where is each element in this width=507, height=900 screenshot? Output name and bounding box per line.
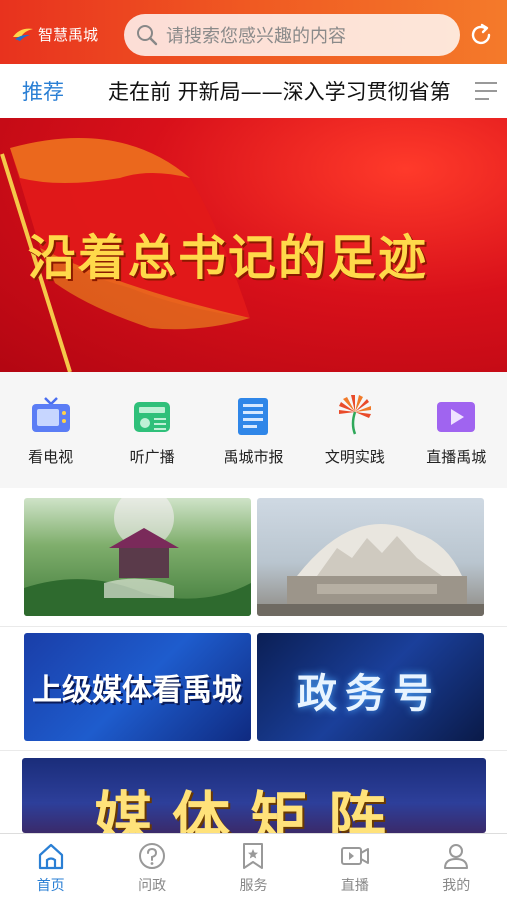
tile-monument-photo[interactable] [257,498,484,616]
quick-nav-label: 听广播 [129,448,175,466]
tile-divider [0,750,507,751]
tv-icon [31,397,70,432]
tile-pavilion-photo[interactable] [24,498,251,616]
app-logo[interactable]: 智慧禹城 [12,22,98,46]
refresh-icon[interactable] [468,22,494,48]
bottom-nav-label: 问政 [138,878,167,894]
bottom-nav-label: 我的 [442,878,471,894]
app-header: 智慧禹城 请搜索您感兴趣的内容 [0,0,507,64]
bottom-nav-label: 服务 [239,878,268,894]
video-camera-icon [340,847,369,865]
tab-recommend[interactable]: 推荐 [22,76,64,106]
search-placeholder: 请搜索您感兴趣的内容 [166,26,346,47]
menu-icon[interactable] [474,80,498,102]
tile-media-matrix[interactable]: 媒体矩阵 [22,758,486,833]
bottom-nav: 首页 问政 服务 直播 我的 [0,833,507,900]
bottom-nav-service[interactable]: 服务 [213,841,293,900]
search-input[interactable]: 请搜索您感兴趣的内容 [124,14,460,56]
bottom-nav-label: 首页 [36,878,65,894]
quick-nav: 看电视 听广播 禹城市报 文明实践 直播禹城 [0,372,507,488]
logo-text: 智慧禹城 [38,25,99,44]
tile-divider [0,626,507,627]
quick-nav-live[interactable]: 直播禹城 [408,394,504,488]
quick-nav-label: 直播禹城 [426,448,487,466]
live-video-icon [437,402,476,432]
hero-banner[interactable]: 沿着总书记的足迹 [0,118,507,372]
monument-image [257,524,484,616]
tile-media-view[interactable]: 上级媒体看禹城 [24,633,251,741]
quick-nav-label: 禹城市报 [223,448,284,466]
quick-nav-label: 文明实践 [324,448,385,466]
quick-nav-civilization[interactable]: 文明实践 [307,394,403,488]
feature-tiles: 上级媒体看禹城 政务号 媒体矩阵 [0,488,507,833]
tile-gov-account[interactable]: 政务号 [257,633,484,741]
question-icon [139,843,166,869]
app-screen: 智慧禹城 请搜索您感兴趣的内容 推荐 走在前 开新局——深入学习贯彻省第 沿着总… [0,0,507,900]
tile-media-matrix-title: 媒体矩阵 [94,785,407,833]
tile-media-view-title: 上级媒体看禹城 [32,673,242,708]
user-icon [444,844,469,869]
tile-gov-account-title: 政务号 [297,671,441,717]
bottom-nav-label: 直播 [340,878,369,894]
bookmark-icon [243,843,264,869]
quick-nav-label: 看电视 [28,448,74,466]
bottom-nav-inquiry[interactable]: 问政 [112,841,192,900]
banner-title: 沿着总书记的足迹 [28,230,429,286]
civilization-icon [338,395,371,435]
bottom-nav-live[interactable]: 直播 [315,841,395,900]
search-icon [137,25,158,46]
quick-nav-radio[interactable]: 听广播 [104,394,200,488]
scrolling-headline[interactable]: 走在前 开新局——深入学习贯彻省第 [108,76,468,106]
pavilion-image [24,498,251,616]
bottom-nav-profile[interactable]: 我的 [416,841,496,900]
quick-nav-tv[interactable]: 看电视 [3,394,99,488]
newspaper-icon [238,398,269,435]
channel-tab-bar: 推荐 走在前 开新局——深入学习贯彻省第 [0,64,507,118]
logo-bird-icon [13,28,33,41]
radio-icon [134,402,171,432]
bottom-nav-home[interactable]: 首页 [11,841,91,900]
home-icon [38,843,63,870]
quick-nav-newspaper[interactable]: 禹城市报 [205,394,301,488]
